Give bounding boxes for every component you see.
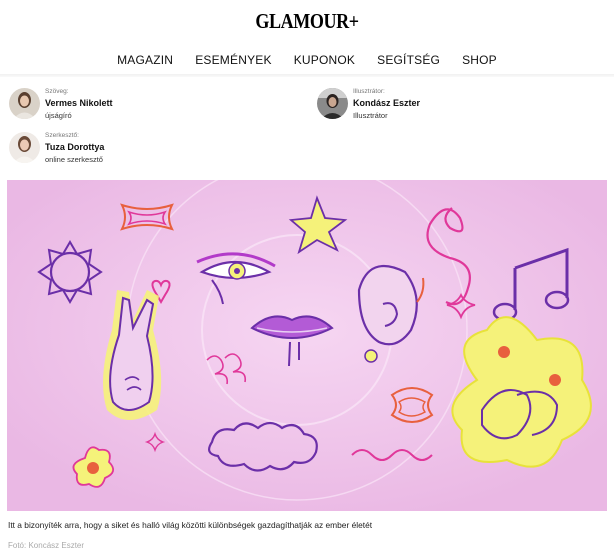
author-role-label: Szerkesztő: <box>45 132 79 139</box>
hero-illustration <box>7 180 607 511</box>
author-editor[interactable]: Szerkesztő: Tuza Dorottya online szerkes… <box>9 130 104 165</box>
author-role-label: Illusztrátor: <box>353 88 385 95</box>
author-title: Illusztrátor <box>353 111 388 120</box>
avatar <box>9 132 40 163</box>
nav-item-shop[interactable]: SHOP <box>451 53 508 67</box>
author-writer[interactable]: Szöveg: Vermes Nikolett újságíró <box>9 86 113 121</box>
nav-item-segitseg[interactable]: SEGÍTSÉG <box>366 53 451 67</box>
nav-item-esemenyek[interactable]: ESEMÉNYEK <box>184 53 283 67</box>
image-caption: Itt a bizonyíték arra, hogy a siket és h… <box>8 520 373 530</box>
glamour-logo[interactable]: GLAMOUR+ <box>43 9 571 34</box>
image-credit: Fotó: Koncász Eszter <box>8 541 85 550</box>
author-role-label: Szöveg: <box>45 88 69 95</box>
author-name[interactable]: Tuza Dorottya <box>45 142 104 153</box>
author-title: online szerkesztő <box>45 155 103 164</box>
author-title: újságíró <box>45 111 72 120</box>
nav-item-kuponok[interactable]: KUPONOK <box>283 53 366 67</box>
nav-divider <box>0 74 614 77</box>
author-name[interactable]: Vermes Nikolett <box>45 98 113 109</box>
author-illustrator[interactable]: Illusztrátor: Kondász Eszter Illusztráto… <box>317 86 420 121</box>
nav-item-magazin[interactable]: MAGAZIN <box>106 53 184 67</box>
avatar <box>9 88 40 119</box>
author-name[interactable]: Kondász Eszter <box>353 98 420 109</box>
avatar <box>317 88 348 119</box>
main-nav: MAGAZIN ESEMÉNYEK KUPONOK SEGÍTSÉG SHOP <box>0 53 614 67</box>
